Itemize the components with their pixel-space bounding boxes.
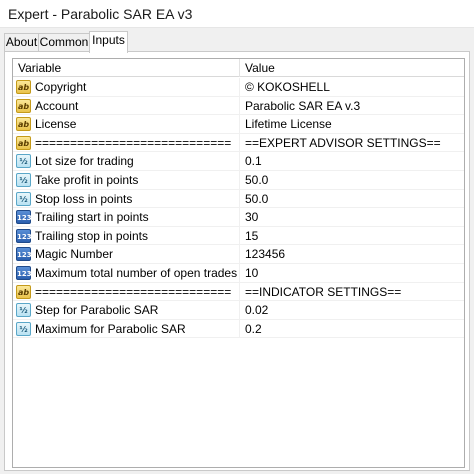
variable-name-cell: Copyright	[35, 78, 240, 96]
inputs-panel: Variable Value ab Copyright © KOKOSHELL ab A…	[4, 51, 470, 471]
value-cell[interactable]: 0.02	[245, 301, 464, 319]
variable-name-cell: Stop loss in points	[35, 189, 240, 208]
table-row[interactable]: ab Copyright © KOKOSHELL	[13, 78, 464, 97]
table-body: ab Copyright © KOKOSHELL ab Account Parabolic…	[13, 78, 464, 339]
value-cell[interactable]: ==INDICATOR SETTINGS==	[245, 283, 464, 301]
value-cell[interactable]: 123456	[245, 245, 464, 263]
table-row[interactable]: ab ============================ ==EXPERT A…	[13, 133, 464, 153]
table-row[interactable]: ½ Lot size for trading 0.1	[13, 152, 464, 171]
double-icon: ½	[16, 172, 31, 187]
string-icon: ab	[16, 284, 31, 299]
variable-name-cell: Step for Parabolic SAR	[35, 301, 240, 320]
integer-icon: 123	[16, 265, 32, 280]
table-header: Variable Value	[13, 59, 464, 77]
table-row[interactable]: 123 Maximum total number of open trades 10	[13, 263, 464, 283]
double-icon: ½	[16, 321, 31, 336]
table-row[interactable]: ½ Stop loss in points 50.0	[13, 189, 464, 209]
variable-name-cell: Magic Number	[35, 245, 240, 264]
tab-inputs[interactable]: Inputs	[89, 31, 128, 53]
variable-name-cell: Account	[35, 96, 240, 115]
variable-name-cell: Trailing stop in points	[35, 226, 240, 245]
string-icon: ab	[16, 80, 31, 94]
value-cell[interactable]: 30	[245, 208, 464, 226]
table-row[interactable]: ½ Maximum for Parabolic SAR 0.2	[13, 319, 464, 339]
integer-icon: 123	[16, 228, 32, 243]
column-header-value[interactable]: Value	[240, 59, 464, 77]
column-header-variable[interactable]: Variable	[13, 59, 240, 77]
integer-icon: 123	[16, 247, 32, 262]
table-row[interactable]: 123 Trailing start in points 30	[13, 208, 464, 227]
value-cell[interactable]: 10	[245, 264, 464, 282]
table-row[interactable]: ½ Step for Parabolic SAR 0.02	[13, 301, 464, 320]
table-row[interactable]: ab ============================ ==INDICATO…	[13, 282, 464, 302]
value-cell[interactable]: 15	[245, 227, 464, 245]
title-bar: Expert - Parabolic SAR EA v3	[0, 0, 474, 28]
value-cell[interactable]: 50.0	[245, 171, 464, 189]
tab-common[interactable]: Common	[38, 33, 90, 52]
value-cell[interactable]: Lifetime License	[245, 115, 464, 133]
variable-name-cell: Maximum for Parabolic SAR	[35, 319, 240, 338]
variable-name-cell: Take profit in points	[35, 170, 240, 189]
table-row[interactable]: ab Account Parabolic SAR EA v.3	[13, 96, 464, 116]
variable-name-cell: Lot size for trading	[35, 152, 240, 171]
variable-name-cell: License	[35, 115, 240, 134]
integer-icon: 123	[16, 210, 32, 225]
value-cell[interactable]: © KOKOSHELL	[245, 78, 464, 96]
value-cell[interactable]: ==EXPERT ADVISOR SETTINGS==	[245, 134, 464, 152]
table-row[interactable]: 123 Magic Number 123456	[13, 245, 464, 264]
table-row[interactable]: ½ Take profit in points 50.0	[13, 170, 464, 190]
variable-name-cell: ============================	[35, 133, 240, 152]
value-cell[interactable]: 0.1	[245, 152, 464, 170]
double-icon: ½	[16, 154, 31, 169]
double-icon: ½	[16, 303, 31, 318]
string-icon: ab	[16, 98, 31, 113]
inputs-table: Variable Value ab Copyright © KOKOSHELL ab A…	[12, 58, 465, 468]
table-row[interactable]: 123 Trailing stop in points 15	[13, 226, 464, 246]
tab-about[interactable]: About	[4, 33, 39, 52]
value-cell[interactable]: 50.0	[245, 190, 464, 208]
variable-name-cell: ============================	[35, 282, 240, 301]
value-cell[interactable]: Parabolic SAR EA v.3	[245, 97, 464, 115]
table-row[interactable]: ab License Lifetime License	[13, 115, 464, 134]
value-cell[interactable]: 0.2	[245, 320, 464, 338]
variable-name-cell: Trailing start in points	[35, 208, 240, 227]
double-icon: ½	[16, 191, 31, 206]
window-title: Expert - Parabolic SAR EA v3	[8, 6, 193, 22]
string-icon: ab	[16, 117, 31, 132]
variable-name-cell: Maximum total number of open trades	[35, 263, 240, 282]
string-icon: ab	[16, 135, 31, 150]
